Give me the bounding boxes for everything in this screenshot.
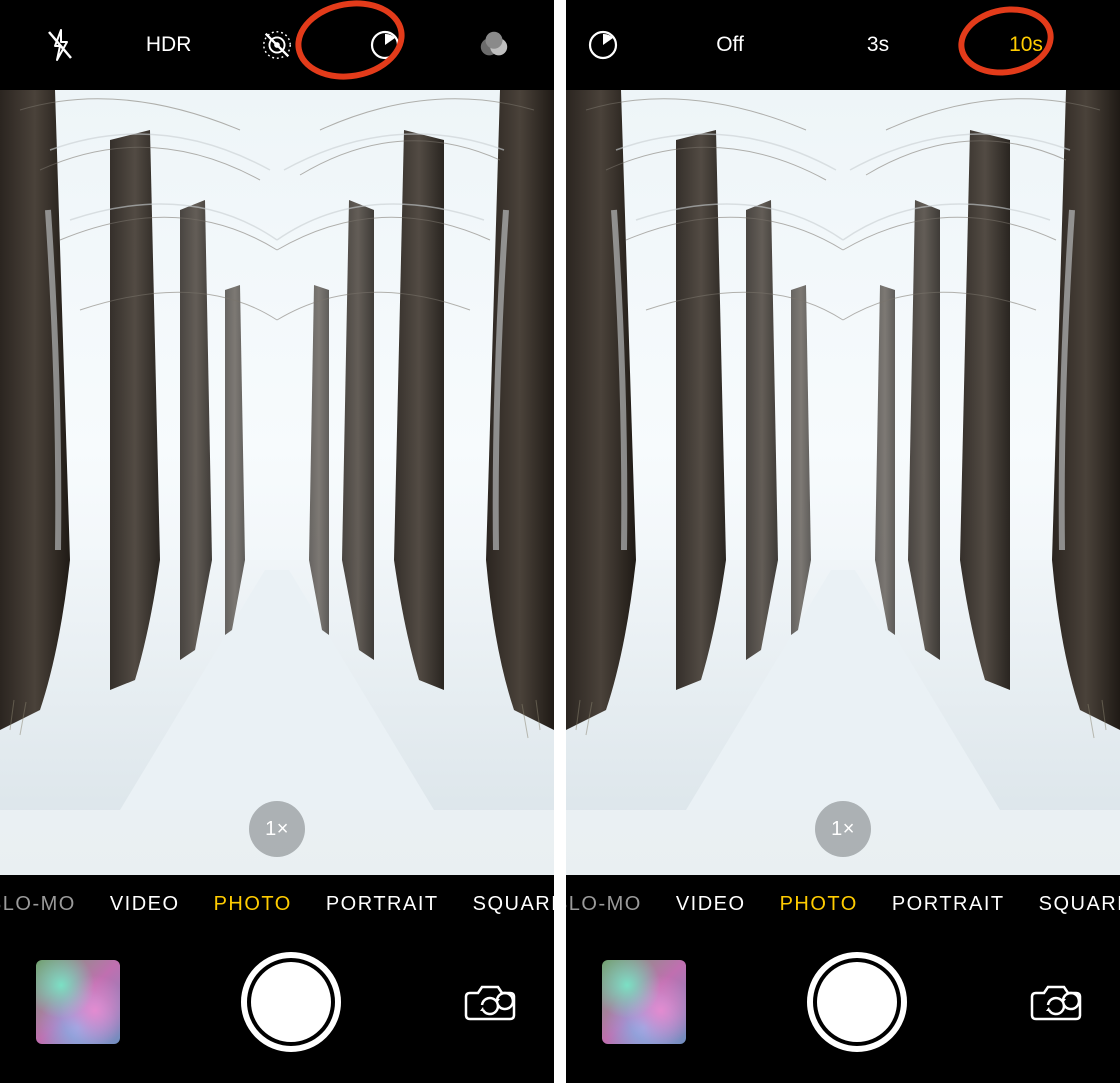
mode-square[interactable]: SQUARE: [473, 893, 554, 916]
mode-strip[interactable]: SLO-MO VIDEO PHOTO PORTRAIT SQUARE: [0, 875, 554, 933]
camera-screen-right: Off 3s 10s: [566, 0, 1120, 1083]
camera-flip-button[interactable]: [462, 978, 518, 1026]
last-photo-thumbnail[interactable]: [602, 960, 686, 1044]
zoom-label: 1×: [265, 818, 289, 841]
hdr-label: HDR: [146, 33, 192, 57]
mode-square[interactable]: SQUARE: [1039, 893, 1120, 916]
camera-flip-icon: [1030, 981, 1082, 1023]
mode-portrait[interactable]: PORTRAIT: [892, 893, 1005, 916]
shutter-button[interactable]: [241, 952, 341, 1052]
hdr-toggle[interactable]: HDR: [114, 15, 222, 75]
timer-icon-button[interactable]: [586, 15, 656, 75]
last-photo-thumbnail[interactable]: [36, 960, 120, 1044]
mode-video[interactable]: VIDEO: [110, 893, 180, 916]
viewfinder[interactable]: 1×: [0, 90, 554, 875]
timer-3s-label: 3s: [867, 33, 889, 57]
zoom-badge[interactable]: 1×: [815, 801, 871, 857]
viewfinder[interactable]: 1×: [566, 90, 1120, 875]
timer-icon: [368, 28, 402, 62]
filters-toggle[interactable]: [440, 15, 548, 75]
mode-portrait[interactable]: PORTRAIT: [326, 893, 439, 916]
timer-off-label: Off: [716, 33, 744, 57]
topbar-right: Off 3s 10s: [566, 0, 1120, 90]
timer-toggle[interactable]: [331, 15, 439, 75]
bottom-bar: [0, 933, 554, 1083]
topbar-left: HDR: [0, 0, 554, 90]
live-photos-off-icon: [260, 28, 294, 62]
mode-photo[interactable]: PHOTO: [780, 893, 858, 916]
timer-option-off[interactable]: Off: [656, 15, 804, 75]
mode-slomo[interactable]: SLO-MO: [0, 893, 76, 916]
mode-photo[interactable]: PHOTO: [214, 893, 292, 916]
live-photos-toggle[interactable]: [223, 15, 331, 75]
mode-slomo[interactable]: SLO-MO: [566, 893, 642, 916]
mode-video[interactable]: VIDEO: [676, 893, 746, 916]
zoom-label: 1×: [831, 818, 855, 841]
timer-icon: [586, 28, 620, 62]
scene-image: [0, 90, 554, 810]
annotation-circle: [953, 0, 1059, 83]
shutter-inner: [251, 962, 331, 1042]
camera-screen-left: HDR: [0, 0, 554, 1083]
flash-toggle[interactable]: [6, 15, 114, 75]
camera-flip-button[interactable]: [1028, 978, 1084, 1026]
scene-image: [566, 90, 1120, 810]
timer-10s-label: 10s: [1009, 33, 1043, 57]
bottom-bar: [566, 933, 1120, 1083]
zoom-badge[interactable]: 1×: [249, 801, 305, 857]
filters-icon: [477, 28, 511, 62]
shutter-button[interactable]: [807, 952, 907, 1052]
camera-flip-icon: [464, 981, 516, 1023]
shutter-inner: [817, 962, 897, 1042]
mode-strip[interactable]: SLO-MO VIDEO PHOTO PORTRAIT SQUARE: [566, 875, 1120, 933]
timer-option-3s[interactable]: 3s: [804, 15, 952, 75]
flash-off-icon: [43, 28, 77, 62]
timer-option-10s[interactable]: 10s: [952, 15, 1100, 75]
